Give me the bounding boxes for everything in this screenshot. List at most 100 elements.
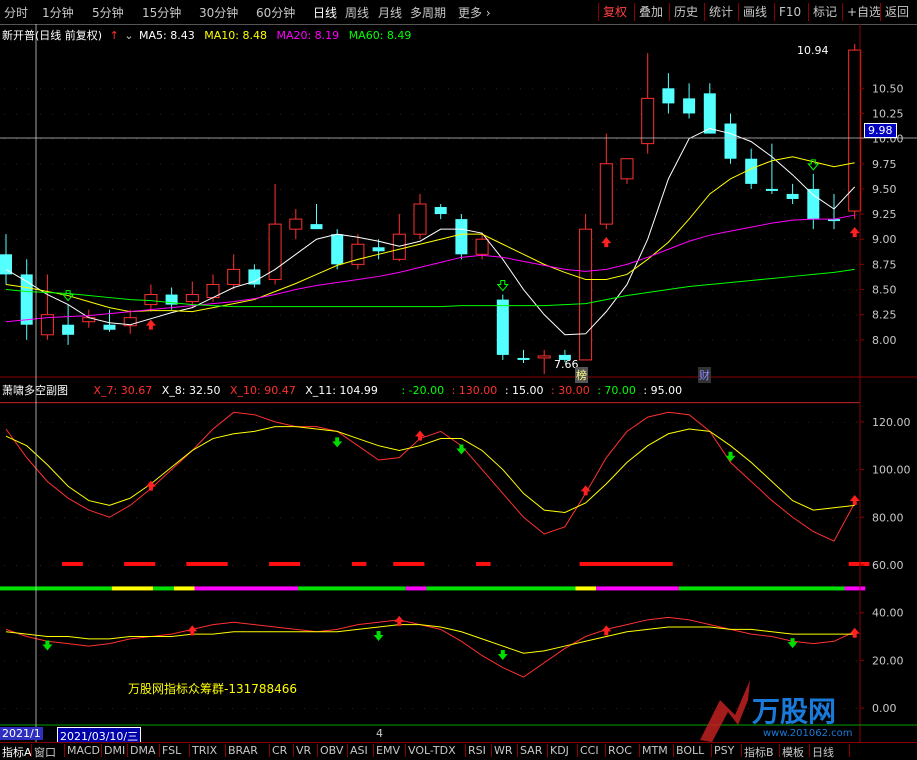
tab-2[interactable]: 窗口 — [34, 744, 56, 760]
grid-dot — [496, 163, 497, 165]
grid-dot — [124, 113, 125, 115]
tab-8[interactable]: BRAR — [228, 744, 258, 757]
grid-dot — [112, 88, 113, 90]
grid-dot — [328, 289, 329, 291]
grid-dot — [172, 612, 173, 614]
signal-band-red — [186, 561, 228, 566]
logo-icon — [700, 680, 750, 742]
candle-body-up — [185, 294, 199, 303]
grid-dot — [196, 708, 197, 710]
grid-dot — [376, 289, 377, 291]
tab-19[interactable]: CCI — [580, 744, 599, 757]
tab-17[interactable]: SAR — [520, 744, 542, 757]
grid-dot — [280, 708, 281, 710]
badge-bang[interactable]: 榜 — [575, 367, 588, 383]
grid-dot — [376, 188, 377, 190]
grid-dot — [772, 339, 773, 341]
indicator-line-x_11 — [5, 426, 855, 514]
tab-9[interactable]: CR — [272, 744, 287, 757]
grid-dot — [484, 612, 485, 614]
grid-dot — [568, 113, 569, 115]
grid-dot — [124, 239, 125, 241]
grid-dot — [28, 612, 29, 614]
tab-7[interactable]: TRIX — [192, 744, 217, 757]
tab-1[interactable]: 指标A — [2, 744, 32, 760]
tab-25[interactable]: 模板 — [782, 744, 804, 760]
y-tick-label: 9.25 — [872, 208, 897, 221]
grid-dot — [508, 113, 509, 115]
grid-dot — [4, 469, 5, 471]
tab-23[interactable]: PSY — [714, 744, 734, 757]
grid-dot — [820, 421, 821, 423]
grid-dot — [652, 163, 653, 165]
grid-dot — [580, 469, 581, 471]
grid-dot — [628, 421, 629, 423]
grid-dot — [436, 188, 437, 190]
tab-20[interactable]: ROC — [608, 744, 632, 757]
tab-21[interactable]: MTM — [642, 744, 668, 757]
tab-separator — [547, 744, 548, 757]
grid-dot — [556, 469, 557, 471]
grid-dot — [244, 214, 245, 216]
tab-15[interactable]: RSI — [468, 744, 486, 757]
grid-dot — [844, 289, 845, 291]
grid-dot — [352, 88, 353, 90]
grid-dot — [292, 113, 293, 115]
tab-11[interactable]: OBV — [320, 744, 343, 757]
grid-dot — [736, 564, 737, 566]
tab-4[interactable]: DMI — [104, 744, 125, 757]
grid-dot — [352, 708, 353, 710]
grid-dot — [724, 163, 725, 165]
watermark-text: 万股网指标众筹群-131788466 — [128, 682, 298, 696]
grid-dot — [520, 421, 521, 423]
grid-dot — [352, 239, 353, 241]
grid-dot — [52, 113, 53, 115]
grid-dot — [268, 314, 269, 316]
tab-24[interactable]: 指标B — [744, 744, 774, 760]
grid-dot — [772, 660, 773, 662]
lower-sell-arrow-icon — [497, 650, 508, 661]
sell-arrow-icon — [496, 280, 509, 292]
sub-y-tick-label: 100.00 — [872, 464, 911, 477]
grid-dot — [244, 188, 245, 190]
tab-6[interactable]: FSL — [162, 744, 181, 757]
grid-dot — [184, 517, 185, 519]
buy-arrow-icon — [145, 319, 156, 330]
grid-dot — [388, 239, 389, 241]
grid-dot — [280, 188, 281, 190]
tab-10[interactable]: VR — [296, 744, 311, 757]
tab-14[interactable]: VOL-TDX — [408, 744, 456, 757]
badge-cai[interactable]: 财 — [698, 367, 711, 383]
grid-dot — [820, 264, 821, 266]
stock-chart[interactable]: 8.008.258.508.759.009.259.509.7510.0010.… — [0, 0, 917, 757]
grid-dot — [724, 88, 725, 90]
grid-dot — [748, 660, 749, 662]
candle-body-up — [599, 163, 613, 225]
grid-dot — [784, 314, 785, 316]
grid-dot — [556, 163, 557, 165]
grid-dot — [736, 214, 737, 216]
tab-5[interactable]: DMA — [130, 744, 156, 757]
grid-dot — [808, 314, 809, 316]
grid-dot — [820, 138, 821, 140]
grid-dot — [436, 660, 437, 662]
grid-dot — [52, 163, 53, 165]
tab-22[interactable]: BOLL — [676, 744, 704, 757]
grid-dot — [4, 421, 5, 423]
tab-13[interactable]: EMV — [376, 744, 400, 757]
grid-dot — [448, 188, 449, 190]
tab-12[interactable]: ASI — [350, 744, 368, 757]
grid-dot — [148, 517, 149, 519]
grid-dot — [772, 239, 773, 241]
grid-dot — [748, 517, 749, 519]
tab-3[interactable]: MACD — [67, 744, 100, 757]
grid-dot — [220, 138, 221, 140]
grid-dot — [856, 660, 857, 662]
tab-26[interactable]: 日线 — [812, 744, 834, 760]
grid-dot — [148, 163, 149, 165]
indicator-line-x_7 — [5, 616, 855, 678]
signal-strip — [844, 586, 866, 591]
tab-16[interactable]: WR — [494, 744, 513, 757]
grid-dot — [412, 517, 413, 519]
tab-18[interactable]: KDJ — [550, 744, 569, 757]
